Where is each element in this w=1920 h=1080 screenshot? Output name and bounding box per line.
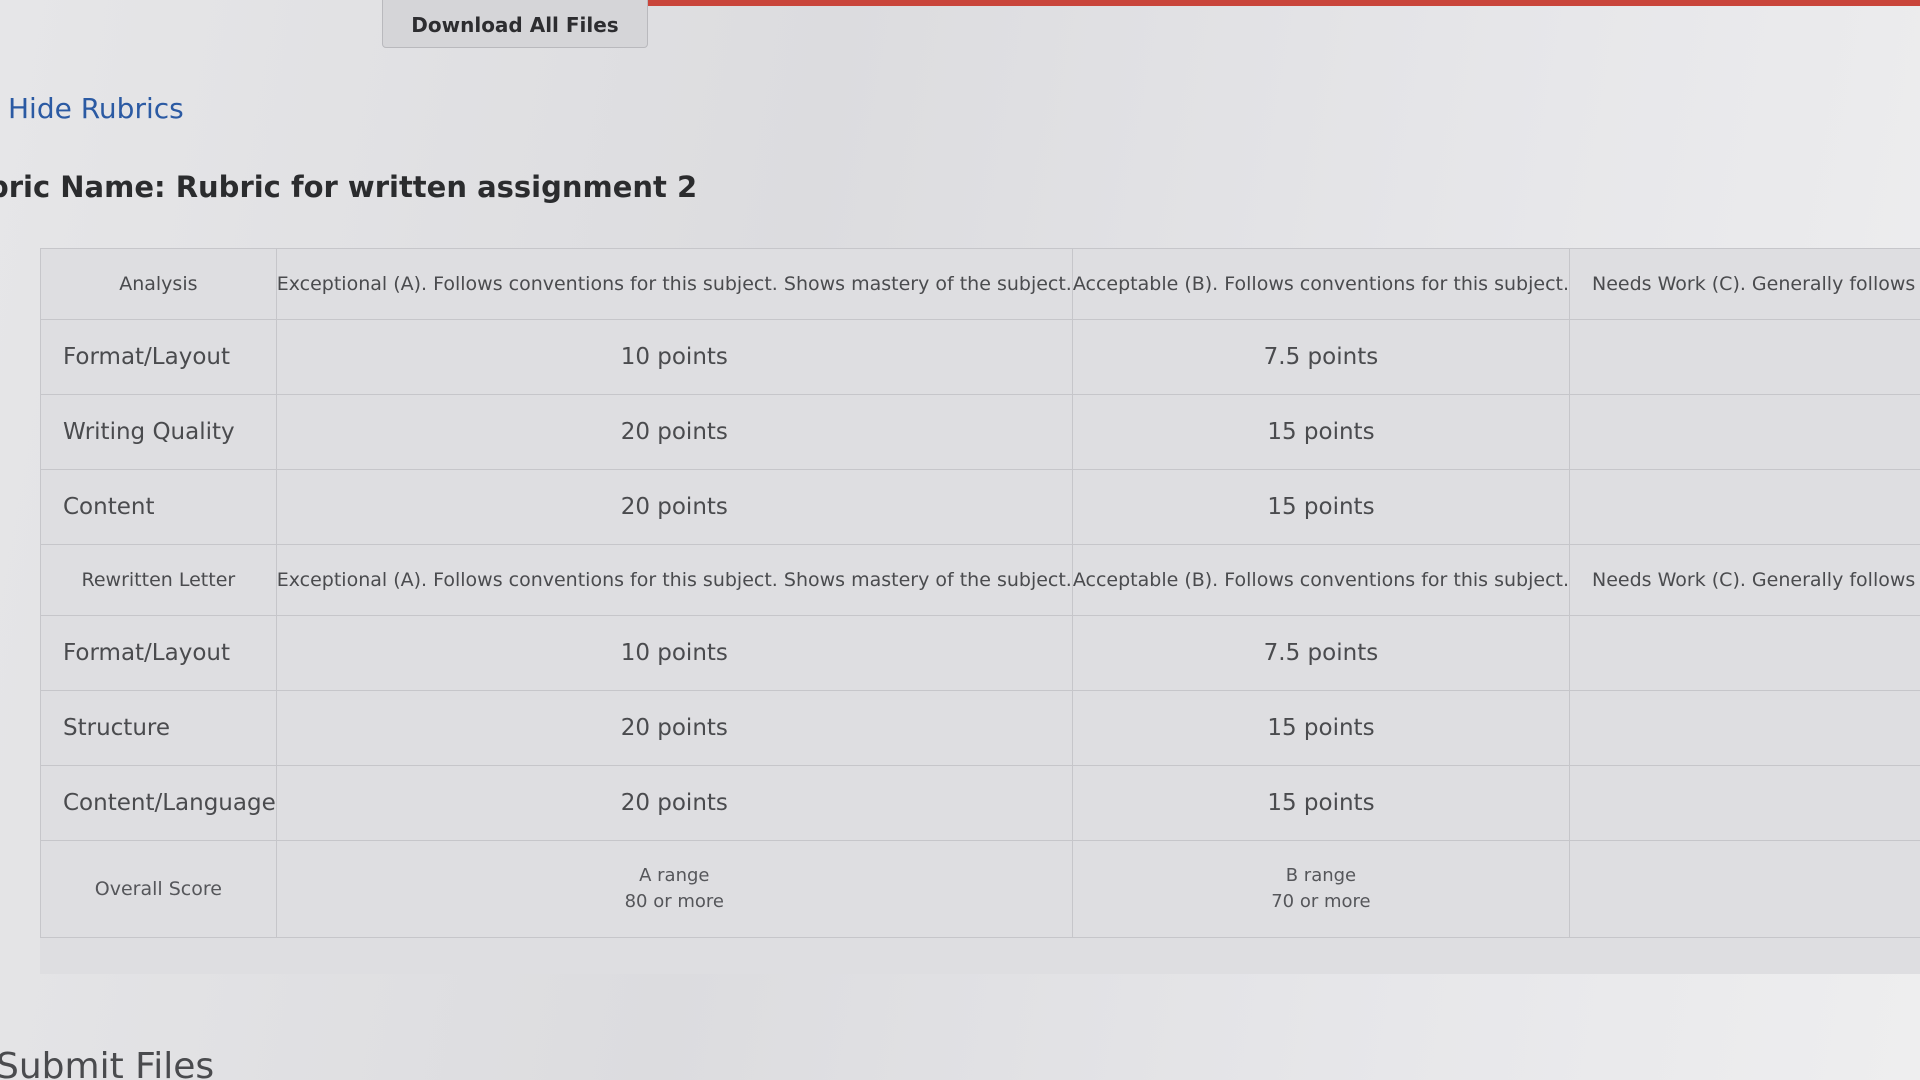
level-header-acceptable: Acceptable (B). Follows conventions for … <box>1071 248 1571 320</box>
level-header-needs-work: Needs Work (C). Generally follows the co… <box>1569 544 1920 616</box>
score-cell[interactable]: 10 points <box>275 615 1073 691</box>
level-header-needs-work: Needs Work (C). Generally follows the c <box>1569 248 1920 320</box>
range-threshold: 80 or more <box>624 891 724 912</box>
criterion-name: Writing Quality <box>40 394 277 470</box>
rubric-section-header: Rewritten Letter Exceptional (A). Follow… <box>40 544 1920 616</box>
score-cell[interactable]: 7.5 points <box>1071 615 1571 691</box>
score-cell[interactable] <box>1569 615 1920 691</box>
overall-range-a: A range 80 or more <box>275 840 1073 938</box>
score-cell[interactable] <box>1569 469 1920 545</box>
page: Download All Files Hide Rubrics bric Nam… <box>0 0 1920 1080</box>
rubric-row: Content 20 points 15 points <box>40 469 1920 545</box>
rubric-table: Analysis Exceptional (A). Follows conven… <box>40 248 1920 974</box>
score-cell[interactable] <box>1569 394 1920 470</box>
rubric-row: Writing Quality 20 points 15 points <box>40 394 1920 470</box>
range-grade: A range <box>639 865 710 886</box>
score-cell[interactable]: 15 points <box>1071 394 1571 470</box>
rubric-name-heading: bric Name: Rubric for written assignment… <box>0 170 698 204</box>
score-cell[interactable]: 7.5 points <box>1071 319 1571 395</box>
score-cell[interactable] <box>1569 319 1920 395</box>
criterion-name: Format/Layout <box>40 615 277 691</box>
score-cell[interactable]: 15 points <box>1071 469 1571 545</box>
section-title: Analysis <box>40 248 277 320</box>
range-grade: B range <box>1285 865 1357 886</box>
score-cell[interactable] <box>1569 765 1920 841</box>
hide-rubrics-link[interactable]: Hide Rubrics <box>8 92 184 125</box>
download-all-files-button[interactable]: Download All Files <box>382 0 648 48</box>
overall-range-c <box>1569 840 1920 938</box>
level-header-exceptional: Exceptional (A). Follows conventions for… <box>275 544 1073 616</box>
level-header-acceptable: Acceptable (B). Follows conventions for … <box>1071 544 1571 616</box>
score-cell[interactable]: 20 points <box>275 394 1073 470</box>
criterion-name: Content/Language <box>40 765 277 841</box>
score-cell[interactable]: 20 points <box>275 469 1073 545</box>
overall-score-row: Overall Score A range 80 or more B range… <box>40 840 1920 938</box>
range-threshold: 70 or more <box>1271 891 1371 912</box>
table-footer-spacer <box>40 937 1920 974</box>
rubric-section-header: Analysis Exceptional (A). Follows conven… <box>40 248 1920 320</box>
overall-score-label: Overall Score <box>40 840 277 938</box>
score-cell[interactable]: 20 points <box>275 690 1073 766</box>
score-cell[interactable]: 15 points <box>1071 765 1571 841</box>
criterion-name: Content <box>40 469 277 545</box>
rubric-row: Format/Layout 10 points 7.5 points <box>40 319 1920 395</box>
section-title: Rewritten Letter <box>40 544 277 616</box>
score-cell[interactable] <box>1569 690 1920 766</box>
rubric-row: Content/Language 20 points 15 points <box>40 765 1920 841</box>
score-cell[interactable]: 20 points <box>275 765 1073 841</box>
level-header-exceptional: Exceptional (A). Follows conventions for… <box>275 248 1073 320</box>
rubric-row: Structure 20 points 15 points <box>40 690 1920 766</box>
score-cell[interactable]: 15 points <box>1071 690 1571 766</box>
submit-files-heading: Submit Files <box>0 1046 215 1080</box>
top-accent-bar <box>640 0 1920 6</box>
score-cell[interactable]: 10 points <box>275 319 1073 395</box>
rubric-row: Format/Layout 10 points 7.5 points <box>40 615 1920 691</box>
criterion-name: Format/Layout <box>40 319 277 395</box>
criterion-name: Structure <box>40 690 277 766</box>
overall-range-b: B range 70 or more <box>1071 840 1571 938</box>
